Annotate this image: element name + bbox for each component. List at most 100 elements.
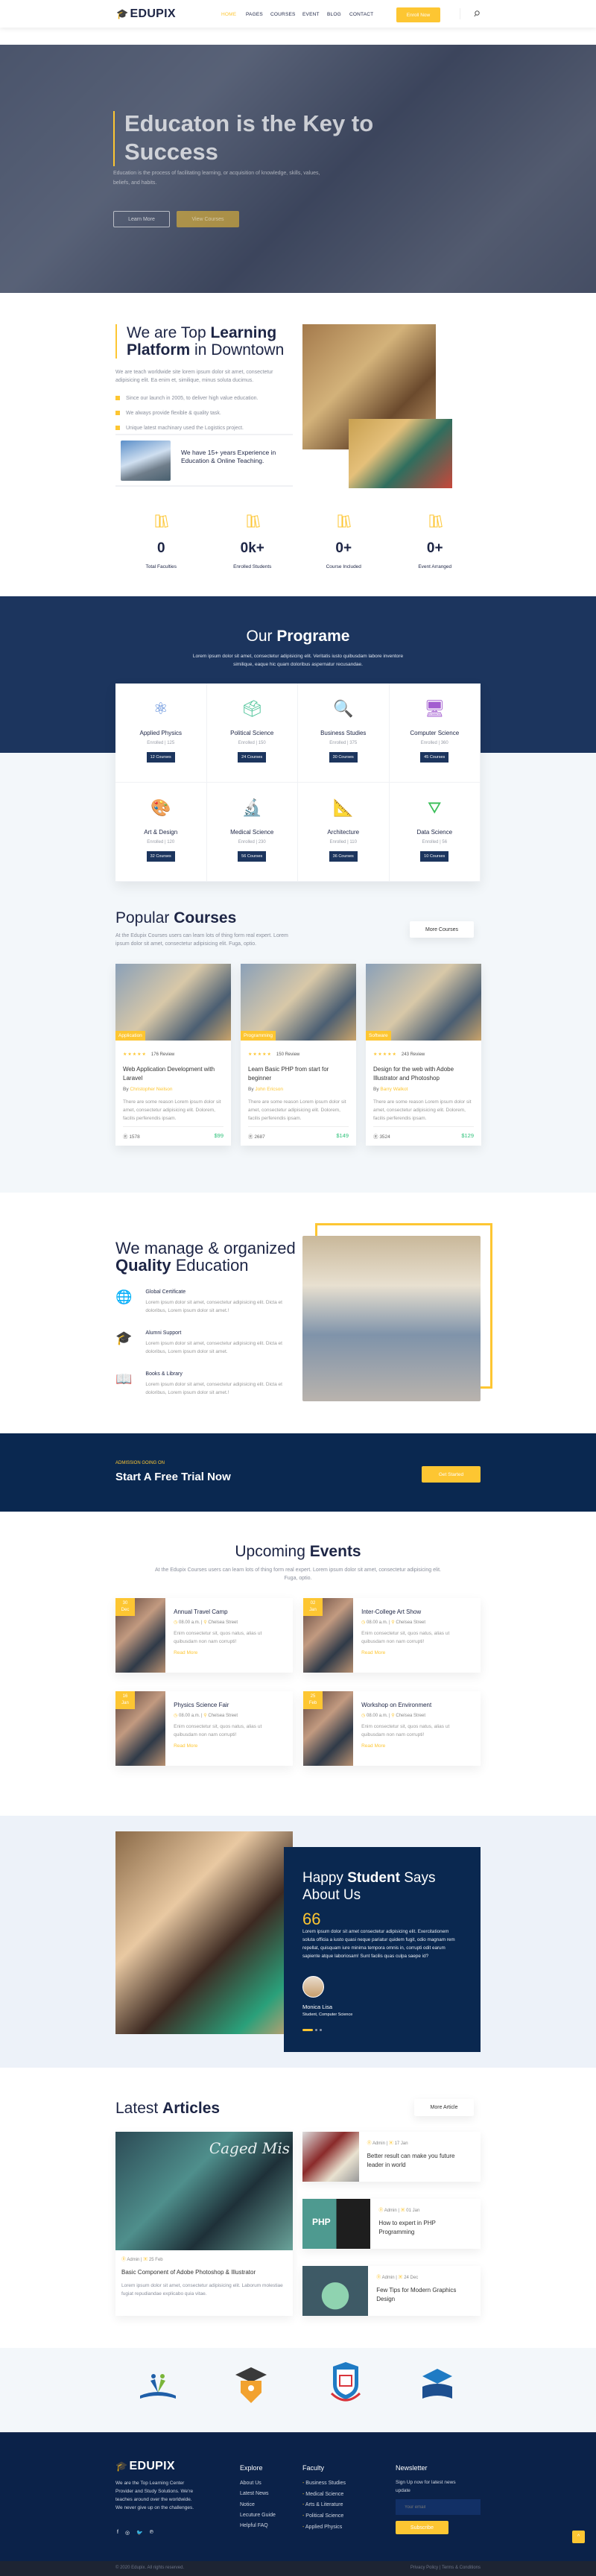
facebook-icon[interactable]: f — [117, 2530, 118, 2536]
program-card[interactable]: 🔍 Business Studies Enrolled | 375 30 Cou… — [298, 684, 390, 783]
event-image: 25 Feb — [303, 1691, 354, 1766]
course-title[interactable]: Learn Basic PHP from start for beginner — [248, 1065, 349, 1083]
program-card[interactable]: 📐 Architecture Enrolled | 110 36 Courses — [298, 783, 390, 882]
feature-item: 🌐 Global Certificate Lorem ipsum dolor si… — [115, 1289, 282, 1313]
learn-more-button[interactable]: Learn More — [113, 211, 170, 227]
feature-icon: 🎓 — [115, 1330, 133, 1345]
program-card[interactable]: 🗳 Political Science Enrolled | 150 24 Co… — [206, 684, 298, 783]
program-card[interactable]: ⚛ Applied Physics Enrolled | 125 12 Cour… — [115, 684, 207, 783]
author-link[interactable]: Barry Walkot — [380, 1087, 408, 1092]
read-more-link[interactable]: Read More — [174, 1650, 285, 1655]
get-started-button[interactable]: Get Started — [422, 1466, 481, 1483]
partner-logo-graduate[interactable] — [234, 2364, 268, 2406]
legal-links[interactable]: Privacy Policy | Terms & Conditions — [410, 2566, 481, 2570]
partner-logo-reading[interactable] — [137, 2370, 179, 2400]
nav-home[interactable]: HOME — [221, 12, 236, 17]
course-card[interactable]: Software ★★★★★ 243 Review Design for the … — [366, 964, 481, 1146]
user-icon: Ⓡ — [373, 1134, 378, 1140]
article-image: PHP — [302, 2199, 371, 2249]
footer-link[interactable]: - Medical Science — [302, 2492, 346, 2503]
nav-blog[interactable]: BLOG — [327, 12, 341, 17]
square-bullet-icon — [115, 411, 120, 415]
article-card[interactable]: Ⓡ Admin | ▣ 17 Jan Better result can make… — [302, 2132, 481, 2182]
program-icon: 🔬 — [241, 798, 262, 817]
twitter-icon[interactable]: 🐦 — [136, 2530, 143, 2536]
courses-count-button[interactable]: 36 Courses — [329, 851, 358, 862]
logo[interactable]: 🎓 EDUPIX — [116, 7, 176, 21]
more-courses-button[interactable]: More Courses — [410, 921, 474, 938]
footer-link[interactable]: - Business Studies — [302, 2481, 346, 2492]
footer-link[interactable]: - Political Science — [302, 2513, 346, 2525]
scroll-to-top-button[interactable]: ^ — [572, 2531, 585, 2543]
newsletter-email-input[interactable] — [396, 2499, 481, 2515]
courses-count-button[interactable]: 32 Courses — [146, 851, 175, 862]
footer-link[interactable]: Latest News — [240, 2491, 276, 2501]
event-card[interactable]: 16 Jan Physics Science Fair ◷ 08.00 a.m. … — [115, 1691, 293, 1766]
event-card[interactable]: 02 Jan Inter-College Art Show ◷ 08.00 a.m… — [303, 1598, 481, 1673]
newsletter-text: Sign Up now for latest news update — [396, 2480, 456, 2493]
course-title[interactable]: Design for the web with Adobe Illustrato… — [373, 1065, 474, 1083]
program-card[interactable]: 🎨 Art & Design Enrolled | 120 32 Courses — [115, 783, 207, 882]
read-more-link[interactable]: Read More — [174, 1743, 285, 1749]
read-more-link[interactable]: Read More — [361, 1743, 472, 1749]
featured-article-card[interactable]: Caged Mis Ⓡ Admin | ▣ 25 Feb Basic Compo… — [115, 2132, 293, 2316]
read-more-link[interactable]: Read More — [361, 1650, 472, 1655]
program-icon: 🗳 — [241, 699, 263, 718]
event-card[interactable]: 30 Dec Annual Travel Camp ◷ 08.00 a.m. | … — [115, 1598, 293, 1673]
subscribe-button[interactable]: Subscribe — [396, 2521, 448, 2534]
nav-pages[interactable]: PAGES — [246, 12, 263, 17]
slider-dot[interactable] — [320, 2029, 322, 2031]
program-card[interactable]: 🔬 Medical Science Enrolled | 230 56 Cour… — [206, 783, 298, 882]
author-link[interactable]: Christopher Neilson — [130, 1087, 172, 1092]
faculty-links: - Business Studies - Medical Science - Art… — [302, 2481, 346, 2535]
site-header: 🎓 EDUPIX HOME PAGES COURSES EVENT BLOG C… — [0, 0, 596, 28]
user-icon: Ⓡ — [121, 2258, 127, 2262]
courses-count-button[interactable]: 24 Courses — [238, 752, 267, 763]
program-card[interactable]: 🖥 Computer Science Enrolled | 360 45 Cou… — [389, 684, 481, 783]
footer-bottom-bar: © 2020 Edupix. All rights reserved. Priv… — [0, 2561, 596, 2576]
courses-title: Popular Courses — [115, 909, 237, 926]
clock-icon: ◷ — [361, 1620, 366, 1625]
nav-event[interactable]: EVENT — [302, 12, 320, 17]
course-card[interactable]: Application ★★★★★ 176 Review Web Applicat… — [115, 964, 231, 1146]
courses-count-button[interactable]: 56 Courses — [238, 851, 267, 862]
program-card[interactable]: ⛛ Data Science Enrolled | 56 10 Courses — [389, 783, 481, 882]
event-card[interactable]: 25 Feb Workshop on Environment ◷ 08.00 a.… — [303, 1691, 481, 1766]
course-title[interactable]: Web Application Development with Laravel — [123, 1065, 224, 1083]
instagram-icon[interactable]: ◎ — [125, 2530, 130, 2536]
copyright: © 2020 Edupix. All rights reserved. — [115, 2566, 185, 2570]
footer-link[interactable]: Lecuture Guide — [240, 2513, 276, 2523]
nav-courses[interactable]: COURSES — [270, 12, 296, 17]
courses-count-button[interactable]: 45 Courses — [420, 752, 449, 763]
enroll-now-button[interactable]: Enroll Now — [396, 7, 440, 22]
courses-text: At the Edupix Courses users can learn lo… — [115, 933, 288, 947]
about-title: We are Top Learning Platform in Downtown — [127, 324, 285, 359]
article-card[interactable]: PHP Ⓡ Admin | ▣ 01 Jan How to expert in P… — [302, 2199, 481, 2249]
footer-logo[interactable]: 🎓 EDUPIX — [115, 2460, 175, 2473]
pinterest-icon[interactable]: ℗ — [150, 2530, 153, 2536]
view-courses-button[interactable]: View Courses — [177, 211, 239, 227]
footer-link[interactable]: Notice — [240, 2502, 276, 2513]
nav-contact[interactable]: CONTACT — [349, 12, 373, 17]
course-card[interactable]: Programming ★★★★★ 150 Review Learn Basic … — [241, 964, 356, 1146]
user-icon: Ⓡ — [248, 1134, 253, 1140]
testimonial-quote: Lorem ipsum dolor sit amet consectetur a… — [302, 1929, 455, 1959]
footer-link[interactable]: - Arts & Literature — [302, 2502, 346, 2513]
footer-link[interactable]: - Applied Physics — [302, 2525, 346, 2536]
slider-dot-active[interactable] — [302, 2029, 313, 2031]
search-icon[interactable] — [474, 10, 480, 17]
partner-logo-shield[interactable] — [329, 2361, 363, 2405]
footer-link[interactable]: About Us — [240, 2481, 276, 2491]
article-card[interactable]: Ⓡ Admin | ▣ 24 Dec Few Tips for Modern Gr… — [302, 2266, 481, 2316]
footer-link[interactable]: Helpful FAQ — [240, 2523, 276, 2534]
courses-count-button[interactable]: 10 Courses — [420, 851, 449, 862]
feature-item: 📖 Books & Library Lorem ipsum dolor sit a… — [115, 1371, 282, 1395]
slider-dot[interactable] — [315, 2029, 317, 2031]
author-link[interactable]: John Ericson — [255, 1087, 283, 1092]
more-article-button[interactable]: More Article — [414, 2099, 474, 2116]
courses-count-button[interactable]: 12 Courses — [146, 752, 175, 763]
cta-band: ADMISSION GOING ON Start A Free Trial No… — [0, 1433, 596, 1512]
partner-logo-book[interactable] — [419, 2366, 455, 2400]
courses-count-button[interactable]: 30 Courses — [329, 752, 358, 763]
cta-kicker: ADMISSION GOING ON — [115, 1461, 165, 1465]
